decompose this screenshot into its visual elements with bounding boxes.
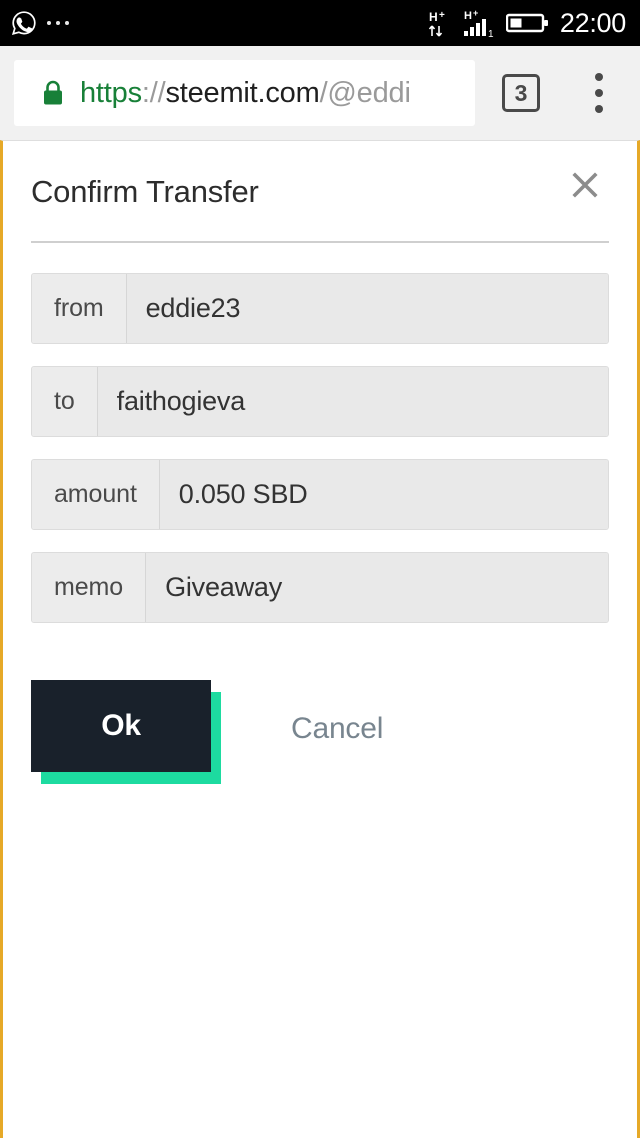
svg-text:+: + — [439, 10, 445, 21]
transfer-details-list: from eddie23 to faithogieva amount 0.050… — [31, 273, 609, 623]
svg-text:H: H — [429, 10, 438, 24]
field-row-from: from eddie23 — [31, 273, 609, 344]
page-viewport: Confirm Transfer from eddie23 to faithog… — [0, 140, 640, 1138]
field-value: 0.050 SBD — [159, 460, 608, 529]
field-label: from — [32, 274, 127, 343]
status-bar-notifications — [10, 9, 69, 37]
whatsapp-icon — [10, 9, 38, 37]
lock-icon — [40, 78, 80, 108]
field-row-memo: memo Giveaway — [31, 552, 609, 623]
dialog-header: Confirm Transfer — [31, 141, 609, 241]
field-value: Giveaway — [146, 553, 608, 622]
ok-button[interactable]: Ok — [31, 680, 211, 772]
browser-menu-icon[interactable] — [592, 71, 606, 115]
cancel-button[interactable]: Cancel — [275, 700, 399, 758]
confirm-button-wrap: Ok — [31, 680, 221, 784]
field-value: eddie23 — [126, 274, 608, 343]
more-notifications-dots-icon — [47, 21, 69, 25]
svg-text:+: + — [473, 8, 478, 18]
dialog-actions: Ok Cancel — [31, 680, 609, 790]
field-row-amount: amount 0.050 SBD — [31, 459, 609, 530]
url-path: /@eddi — [319, 76, 411, 109]
field-value: faithogieva — [97, 367, 608, 436]
field-label: memo — [32, 553, 147, 622]
url-scheme: https — [80, 76, 142, 109]
phone-screen: H + H + 1 22:00 https://steemit.com/@edd… — [0, 0, 640, 1138]
browser-toolbar: https://steemit.com/@eddi 3 — [0, 46, 640, 140]
field-label: to — [32, 367, 98, 436]
field-row-to: to faithogieva — [31, 366, 609, 437]
header-divider — [31, 241, 609, 243]
close-icon[interactable] — [563, 163, 607, 207]
signal-strength-icon: H + 1 — [462, 8, 498, 38]
confirm-transfer-dialog: Confirm Transfer from eddie23 to faithog… — [3, 141, 637, 790]
tab-counter-button[interactable]: 3 — [502, 74, 540, 112]
mobile-data-hplus-icon: H + — [428, 8, 454, 38]
status-bar-indicators: H + H + 1 22:00 — [428, 8, 626, 38]
battery-icon — [505, 11, 550, 35]
svg-text:H: H — [464, 10, 472, 22]
status-clock: 22:00 — [559, 7, 626, 38]
svg-text:1: 1 — [488, 29, 494, 38]
status-bar: H + H + 1 22:00 — [0, 0, 640, 46]
url-separator: :// — [141, 76, 166, 109]
url-bar[interactable]: https://steemit.com/@eddi — [14, 60, 475, 126]
page-title: Confirm Transfer — [31, 173, 259, 209]
field-label: amount — [32, 460, 160, 529]
url-host: steemit.com — [165, 76, 320, 109]
url-text: https://steemit.com/@eddi — [80, 76, 411, 109]
